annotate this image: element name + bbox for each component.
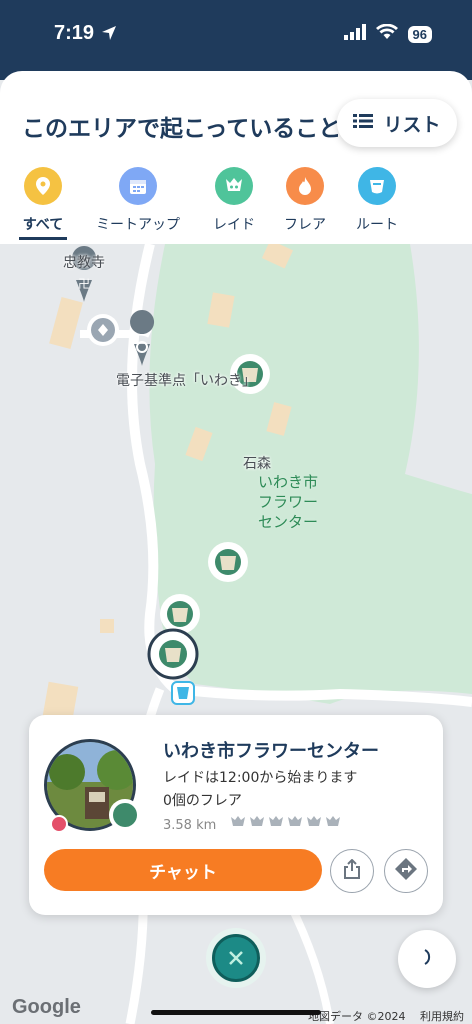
park-label-line: フラワー — [258, 493, 319, 511]
location-card[interactable]: いわき市フラワーセンター レイドは12:00から始まります 0個のフレア 3.5… — [29, 715, 443, 915]
raid-marker[interactable] — [160, 594, 200, 634]
distance-text: 3.58 km — [163, 815, 342, 833]
tab-label: すべて — [22, 217, 64, 233]
tab-label: ミートアップ — [96, 217, 180, 233]
status-indicators: 96 — [343, 23, 432, 44]
map-label-area: 石森 — [243, 456, 271, 472]
svg-text:卍: 卍 — [78, 277, 90, 291]
park-label-line: センター — [258, 513, 319, 531]
status-bar: 7:19 96 — [0, 0, 472, 80]
building — [100, 619, 114, 633]
category-tabs: すべて ミートアップ レイド フレア ルート — [0, 167, 472, 244]
raid-start-text: レイドは12:00から始まります — [163, 770, 358, 786]
location-title: いわき市フラワーセンター — [163, 741, 379, 762]
raid-icon — [215, 167, 253, 205]
route-marker[interactable] — [171, 681, 195, 705]
recenter-icon — [417, 947, 437, 971]
page-title: このエリアで起こっていること — [22, 116, 342, 142]
raid-marker[interactable] — [208, 542, 248, 582]
distance-value: 3.58 km — [163, 818, 217, 833]
flare-count: 0個のフレア — [163, 793, 242, 809]
battery-indicator: 96 — [407, 25, 432, 43]
directions-icon — [394, 857, 418, 885]
selected-raid-marker[interactable] — [147, 628, 199, 680]
chat-button[interactable]: チャット — [44, 849, 322, 891]
map-label-benchmark: 電子基準点「いわき」 — [116, 373, 256, 389]
google-logo: Google — [12, 996, 81, 1018]
tab-route[interactable]: ルート — [332, 167, 422, 234]
active-tab-indicator — [19, 237, 67, 240]
share-button[interactable] — [330, 849, 374, 893]
gym-pin-icon[interactable] — [87, 314, 119, 346]
recenter-button[interactable] — [398, 930, 456, 988]
tab-all[interactable]: すべて — [0, 167, 88, 234]
signal-icon — [343, 24, 366, 44]
status-time: 7:19 — [54, 22, 95, 44]
list-icon — [353, 112, 374, 134]
calendar-icon — [119, 167, 157, 205]
close-icon — [212, 934, 260, 982]
directions-button[interactable] — [384, 849, 428, 893]
home-indicator — [151, 1010, 321, 1015]
list-button[interactable]: リスト — [337, 99, 457, 147]
raid-level-icons — [230, 816, 342, 833]
tab-meetup[interactable]: ミートアップ — [93, 167, 183, 234]
close-button[interactable] — [206, 928, 266, 988]
raid-badge-icon — [109, 799, 141, 831]
tab-label: ルート — [356, 217, 398, 233]
share-icon — [343, 858, 361, 883]
park-label-line: いわき市 — [258, 473, 319, 491]
flare-badge-icon — [50, 815, 68, 833]
location-arrow-icon — [101, 25, 117, 45]
filter-sheet: このエリアで起こっていること リスト すべて ミートアップ レイド フレア ルー… — [0, 71, 472, 244]
route-icon — [358, 167, 396, 205]
map-attribution[interactable]: 地図データ ©2024 利用規約 — [308, 1008, 464, 1024]
flame-icon — [286, 167, 324, 205]
pin-icon — [24, 167, 62, 205]
map-label-park: いわき市 フラワー センター — [258, 472, 318, 532]
list-button-label: リスト — [383, 113, 441, 136]
wifi-icon — [375, 23, 398, 44]
map-label-temple: 忠教寺 — [63, 255, 105, 271]
